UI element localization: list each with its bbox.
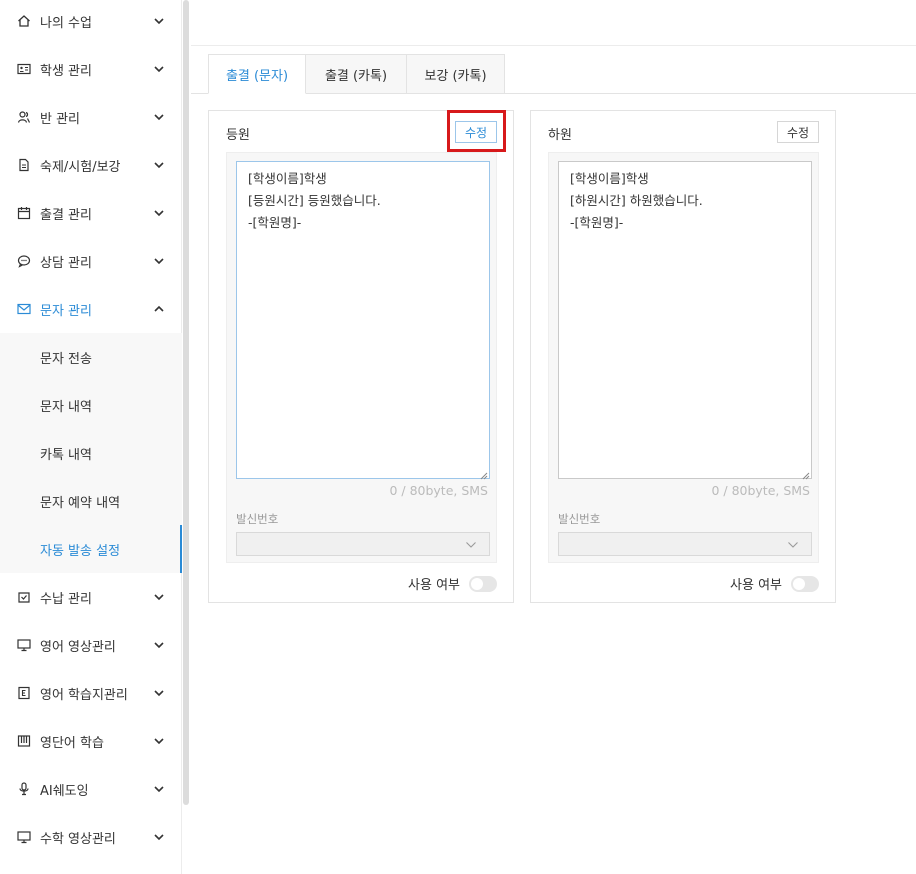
menu-item-sms[interactable]: 문자 관리 (0, 285, 182, 333)
use-toggle[interactable] (791, 575, 819, 592)
menu-item-label: 문자 관리 (40, 303, 92, 319)
menu-item-counseling[interactable]: 상담 관리 (0, 237, 182, 285)
use-toggle-row: 사용 여부 (408, 574, 497, 593)
use-toggle[interactable] (469, 575, 497, 592)
menu-item-my-class[interactable]: 나의 수업 (0, 0, 182, 45)
chevron-up-icon (153, 303, 165, 315)
menu-item-label: 영어 학습지관리 (40, 687, 128, 703)
submenu-item-auto-send-settings[interactable]: 자동 발송 설정 (0, 525, 182, 573)
chevron-down-icon (153, 591, 165, 603)
menu-item-label: 영어 영상관리 (40, 639, 116, 655)
monitor-icon (17, 830, 31, 844)
message-textarea[interactable]: [학생이름]학생 [하원시간] 하원했습니다. -[학원명]- (558, 161, 812, 479)
menu-item-label: AI쉐도잉 (40, 783, 89, 799)
sender-number-label: 발신번호 (558, 512, 601, 526)
tab-makeup-kakao[interactable]: 보강 (카톡) (406, 54, 505, 94)
chevron-down-icon (153, 159, 165, 171)
document-icon (17, 158, 31, 172)
menu-item-label: 나의 수업 (40, 15, 92, 31)
header-divider (191, 45, 916, 46)
submenu-item-kakao-history[interactable]: 카톡 내역 (0, 429, 182, 477)
chevron-down-icon (153, 255, 165, 267)
tab-bar: 출결 (문자) 출결 (카톡) 보강 (카톡) (208, 54, 505, 94)
receipt-icon (17, 590, 31, 604)
submenu-item-label: 문자 예약 내역 (40, 495, 121, 511)
arrival-message-card: 등원 수정 [학생이름]학생 [등원시간] 등원했습니다. -[학원명]- 0 … (208, 110, 514, 603)
byte-counter: 0 / 80byte, SMS (711, 483, 810, 498)
menu-item-english-worksheet[interactable]: 영어 학습지관리 (0, 669, 182, 717)
menu-item-label: 학생 관리 (40, 63, 92, 79)
menu-item-label: 수학 영상관리 (40, 831, 116, 847)
menu-item-label: 숙제/시험/보강 (40, 159, 121, 175)
chevron-down-icon (153, 735, 165, 747)
menu-item-english-video[interactable]: 영어 영상관리 (0, 621, 182, 669)
card-title: 등원 (226, 128, 250, 143)
resize-handle-icon[interactable] (480, 469, 488, 480)
menu-item-vocabulary[interactable]: 영단어 학습 (0, 717, 182, 765)
toggle-knob (471, 577, 483, 590)
message-panel: [학생이름]학생 [하원시간] 하원했습니다. -[학원명]- 0 / 80by… (548, 152, 819, 563)
calendar-icon (17, 206, 31, 220)
monitor-icon (17, 638, 31, 652)
piano-icon (17, 734, 31, 748)
submenu-item-label: 문자 내역 (40, 399, 92, 415)
use-toggle-label: 사용 여부 (408, 578, 460, 593)
chevron-down-icon (153, 15, 165, 27)
home-icon (17, 14, 31, 28)
chat-icon (17, 254, 31, 268)
menu-item-students[interactable]: 학생 관리 (0, 45, 182, 93)
menu-item-classes[interactable]: 반 관리 (0, 93, 182, 141)
chevron-down-icon (465, 539, 477, 551)
submenu-item-sms-history[interactable]: 문자 내역 (0, 381, 182, 429)
chevron-down-icon (153, 639, 165, 651)
chevron-down-icon (153, 63, 165, 75)
departure-message-card: 하원 수정 [학생이름]학생 [하원시간] 하원했습니다. -[학원명]- 0 … (530, 110, 836, 603)
tab-attendance-sms[interactable]: 출결 (문자) (208, 54, 306, 94)
sidebar-scrollbar[interactable] (183, 0, 189, 805)
tab-attendance-kakao[interactable]: 출결 (카톡) (305, 54, 407, 94)
sidebar: 나의 수업 학생 관리 반 관리 숙제/시험/보강 출결 관리 상담 관리 문자… (0, 0, 182, 874)
sender-number-select[interactable] (236, 532, 490, 556)
chevron-down-icon (153, 207, 165, 219)
submenu-item-label: 문자 전송 (40, 351, 92, 367)
menu-item-label: 출결 관리 (40, 207, 92, 223)
byte-counter: 0 / 80byte, SMS (389, 483, 488, 498)
message-panel: [학생이름]학생 [등원시간] 등원했습니다. -[학원명]- 0 / 80by… (226, 152, 497, 563)
users-icon (17, 110, 31, 124)
chevron-down-icon (153, 687, 165, 699)
menu-item-math-video[interactable]: 수학 영상관리 (0, 813, 182, 861)
menu-item-ai-shadowing[interactable]: AI쉐도잉 (0, 765, 182, 813)
sms-submenu: 문자 전송 문자 내역 카톡 내역 문자 예약 내역 자동 발송 설정 (0, 333, 182, 573)
edit-button[interactable]: 수정 (777, 121, 819, 143)
chevron-down-icon (153, 111, 165, 123)
message-textarea[interactable]: [학생이름]학생 [등원시간] 등원했습니다. -[학원명]- (236, 161, 490, 479)
chevron-down-icon (787, 539, 799, 551)
menu-item-label: 수납 관리 (40, 591, 92, 607)
use-toggle-row: 사용 여부 (730, 574, 819, 593)
mail-icon (17, 302, 31, 316)
submenu-item-label: 카톡 내역 (40, 447, 92, 463)
id-card-icon (17, 62, 31, 76)
menu-item-label: 반 관리 (40, 111, 81, 127)
chevron-down-icon (153, 783, 165, 795)
sender-number-label: 발신번호 (236, 512, 279, 526)
microphone-icon (17, 782, 31, 796)
submenu-item-label: 자동 발송 설정 (40, 543, 121, 559)
menu-item-label: 상담 관리 (40, 255, 92, 271)
card-title: 하원 (548, 128, 572, 143)
use-toggle-label: 사용 여부 (730, 578, 782, 593)
submenu-item-scheduled-sms[interactable]: 문자 예약 내역 (0, 477, 182, 525)
edit-button[interactable]: 수정 (455, 121, 497, 143)
submenu-item-send-sms[interactable]: 문자 전송 (0, 333, 182, 381)
e-book-icon (17, 686, 31, 700)
chevron-down-icon (153, 831, 165, 843)
menu-item-label: 영단어 학습 (40, 735, 104, 751)
menu-item-attendance[interactable]: 출결 관리 (0, 189, 182, 237)
sender-number-select[interactable] (558, 532, 812, 556)
menu-item-payments[interactable]: 수납 관리 (0, 573, 182, 621)
toggle-knob (793, 577, 805, 590)
resize-handle-icon[interactable] (802, 469, 810, 480)
menu-item-homework[interactable]: 숙제/시험/보강 (0, 141, 182, 189)
